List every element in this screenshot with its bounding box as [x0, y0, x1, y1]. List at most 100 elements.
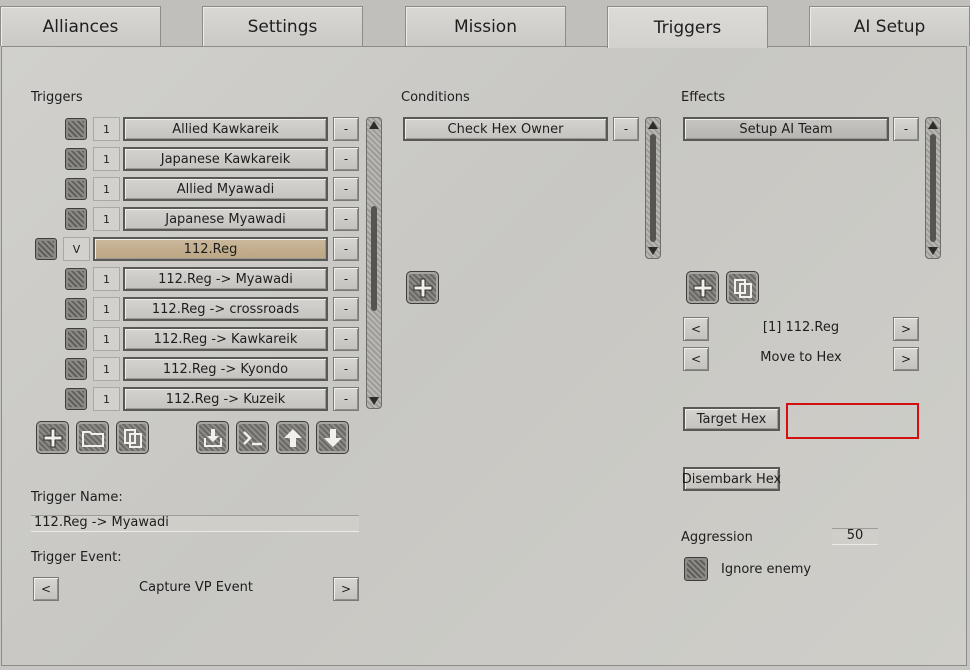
condition-item[interactable]: Check Hex Owner: [403, 117, 608, 141]
trigger-item[interactable]: 112.Reg: [93, 237, 328, 261]
trigger-count: 1: [93, 267, 120, 291]
trigger-remove-button[interactable]: -: [333, 147, 359, 171]
console-button[interactable]: [236, 421, 269, 454]
trigger-event-next-button[interactable]: >: [333, 577, 359, 601]
trigger-enable-checkbox[interactable]: [35, 238, 57, 260]
trigger-count: 1: [93, 117, 120, 141]
copy-effect-button[interactable]: [726, 271, 759, 304]
trigger-remove-button[interactable]: -: [333, 387, 359, 411]
arrow-up-icon: [283, 428, 302, 447]
action-prev-button[interactable]: <: [683, 347, 709, 371]
scroll-down-arrow-icon[interactable]: [368, 395, 380, 407]
trigger-event-prev-button[interactable]: <: [33, 577, 59, 601]
trigger-name-label: Trigger Name:: [31, 490, 123, 505]
arrow-down-icon: [323, 428, 342, 447]
trigger-count: 1: [93, 297, 120, 321]
effect-remove-button[interactable]: -: [893, 117, 919, 141]
trigger-item[interactable]: Allied Kawkareik: [123, 117, 328, 141]
tab-label: Mission: [453, 16, 517, 37]
trigger-enable-checkbox[interactable]: [65, 118, 87, 140]
trigger-enable-checkbox[interactable]: [65, 178, 87, 200]
add-trigger-button[interactable]: [36, 421, 69, 454]
folder-button[interactable]: [76, 421, 109, 454]
import-button[interactable]: [196, 421, 229, 454]
effect-item[interactable]: Setup AI Team: [683, 117, 889, 141]
tab-ai-setup[interactable]: AI Setup: [809, 6, 970, 46]
trigger-item[interactable]: 112.Reg -> crossroads: [123, 297, 328, 321]
scrollbar-thumb[interactable]: [930, 134, 936, 242]
trigger-count: 1: [93, 147, 120, 171]
trigger-enable-checkbox[interactable]: [65, 358, 87, 380]
scrollbar-thumb[interactable]: [650, 134, 656, 242]
tab-label: Settings: [247, 16, 318, 37]
aggression-label: Aggression: [681, 530, 753, 545]
trigger-enable-checkbox[interactable]: [65, 298, 87, 320]
add-effect-button[interactable]: [686, 271, 719, 304]
scroll-up-arrow-icon[interactable]: [927, 119, 939, 131]
trigger-remove-button[interactable]: -: [333, 207, 359, 231]
tab-label: Alliances: [42, 16, 119, 37]
trigger-list-scrollbar[interactable]: [366, 117, 382, 409]
trigger-enable-checkbox[interactable]: [65, 268, 87, 290]
tab-mission[interactable]: Mission: [405, 6, 566, 46]
trigger-remove-button[interactable]: -: [333, 117, 359, 141]
trigger-event-value: Capture VP Event: [139, 580, 253, 595]
trigger-remove-button[interactable]: -: [333, 357, 359, 381]
trigger-count: 1: [93, 387, 120, 411]
copy-trigger-button[interactable]: [116, 421, 149, 454]
trigger-enable-checkbox[interactable]: [65, 388, 87, 410]
target-hex-highlight-box: [786, 403, 919, 439]
aggression-input[interactable]: 50: [832, 528, 878, 545]
effects-scrollbar[interactable]: [925, 117, 941, 259]
trigger-count: 1: [93, 327, 120, 351]
team-prev-button[interactable]: <: [683, 317, 709, 341]
tab-alliances[interactable]: Alliances: [0, 6, 161, 46]
scroll-up-arrow-icon[interactable]: [647, 119, 659, 131]
plus-icon: [413, 278, 432, 297]
trigger-item[interactable]: Allied Myawadi: [123, 177, 328, 201]
move-down-button[interactable]: [316, 421, 349, 454]
scrollbar-thumb[interactable]: [371, 206, 377, 311]
trigger-enable-checkbox[interactable]: [65, 208, 87, 230]
trigger-remove-button[interactable]: -: [333, 237, 359, 261]
trigger-item[interactable]: Japanese Kawkareik: [123, 147, 328, 171]
trigger-remove-button[interactable]: -: [333, 177, 359, 201]
target-hex-button[interactable]: Target Hex: [683, 407, 780, 431]
ignore-enemy-checkbox[interactable]: [684, 557, 708, 581]
terminal-icon: [242, 430, 262, 445]
trigger-name-input[interactable]: 112.Reg -> Myawadi: [31, 515, 359, 532]
trigger-item[interactable]: Japanese Myawadi: [123, 207, 328, 231]
scroll-up-arrow-icon[interactable]: [368, 119, 380, 131]
tab-triggers[interactable]: Triggers: [607, 6, 768, 48]
trigger-remove-button[interactable]: -: [333, 327, 359, 351]
trigger-remove-button[interactable]: -: [333, 297, 359, 321]
trigger-item[interactable]: 112.Reg -> Kyondo: [123, 357, 328, 381]
team-next-button[interactable]: >: [893, 317, 919, 341]
ignore-enemy-label: Ignore enemy: [721, 562, 812, 577]
conditions-scrollbar[interactable]: [645, 117, 661, 259]
scroll-down-arrow-icon[interactable]: [647, 245, 659, 257]
trigger-item[interactable]: 112.Reg -> Kuzeik: [123, 387, 328, 411]
tab-label: AI Setup: [853, 16, 926, 37]
move-up-button[interactable]: [276, 421, 309, 454]
action-value: Move to Hex: [760, 350, 842, 365]
trigger-item[interactable]: 112.Reg -> Kawkareik: [123, 327, 328, 351]
trigger-enable-checkbox[interactable]: [65, 328, 87, 350]
download-icon: [203, 428, 222, 447]
add-condition-button[interactable]: [406, 271, 439, 304]
condition-remove-button[interactable]: -: [613, 117, 639, 141]
copy-icon: [123, 428, 142, 448]
disembark-hex-button[interactable]: Disembark Hex: [682, 467, 781, 491]
trigger-item[interactable]: 112.Reg -> Myawadi: [123, 267, 328, 291]
plus-icon: [693, 278, 712, 297]
trigger-remove-button[interactable]: -: [333, 267, 359, 291]
trigger-count: 1: [93, 177, 120, 201]
trigger-count: 1: [93, 207, 120, 231]
trigger-enable-checkbox[interactable]: [65, 148, 87, 170]
triggers-heading: Triggers: [31, 90, 83, 105]
action-next-button[interactable]: >: [893, 347, 919, 371]
copy-icon: [733, 278, 752, 298]
scroll-down-arrow-icon[interactable]: [927, 245, 939, 257]
tab-settings[interactable]: Settings: [202, 6, 363, 46]
tab-label: Triggers: [653, 17, 722, 38]
